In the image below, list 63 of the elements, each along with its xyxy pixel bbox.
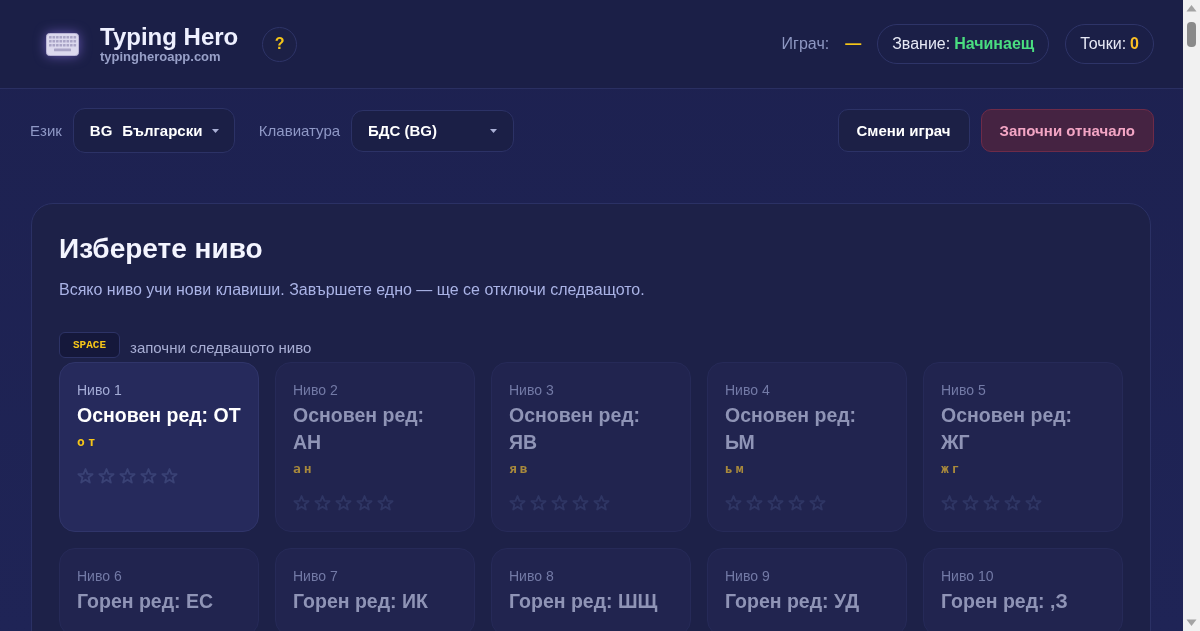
level-keys: ан: [293, 459, 457, 479]
panel-heading: Изберете ниво: [59, 232, 264, 266]
star-icon: [140, 468, 157, 484]
restart-button[interactable]: Започни отначало: [980, 109, 1154, 152]
level-number: Ниво 1: [77, 381, 123, 400]
level-number: Ниво 10: [941, 567, 995, 586]
help-button[interactable]: ?: [262, 26, 298, 62]
level-title: Горен ред: УД: [725, 589, 861, 614]
app-title: Typing Hero: [100, 24, 239, 50]
level-number: Ниво 6: [77, 567, 123, 586]
space-key: SPACE: [59, 332, 120, 358]
level-title: Горен ред: ЕС: [77, 589, 215, 614]
level-card[interactable]: Ниво 7 Горен ред: ИК: [275, 548, 475, 631]
level-title: Основен ред: АН: [293, 403, 426, 455]
level-title: Основен ред: ЬМ: [725, 403, 858, 455]
player-name: —: [845, 35, 862, 53]
level-keys: жг: [941, 459, 1105, 479]
keyboard-select[interactable]: БДС (BG): [351, 109, 515, 152]
level-card[interactable]: Ниво 3 Основен ред: ЯВ яв: [491, 362, 691, 532]
level-number: Ниво 3: [509, 381, 555, 400]
panel-description: Всяко ниво учи нови клавиши. Завършете едно — ще се отключи следващото.: [59, 280, 646, 300]
level-card[interactable]: Ниво 5 Основен ред: ЖГ жг: [923, 362, 1123, 532]
points-badge: Точки: 0: [1065, 24, 1154, 64]
keyboard-label: Клавиатура: [258, 122, 341, 139]
level-number: Ниво 9: [725, 567, 771, 586]
caret-icon: [490, 128, 498, 133]
star-icon: [98, 468, 115, 484]
level-number: Ниво 8: [509, 567, 555, 586]
level-title: Основен ред: ЖГ: [941, 403, 1074, 455]
star-icon: [161, 468, 178, 484]
level-card[interactable]: Ниво 4 Основен ред: ЬМ ьм: [707, 362, 907, 532]
level-card[interactable]: Ниво 1 Основен ред: ОТ от: [59, 362, 259, 532]
level-card[interactable]: Ниво 10 Горен ред: ,З: [923, 548, 1123, 631]
level-title: Основен ред: ОТ: [77, 403, 241, 428]
scrollbar[interactable]: [1183, 0, 1200, 631]
level-card[interactable]: Ниво 9 Горен ред: УД: [707, 548, 907, 631]
star-icon: [119, 468, 136, 484]
language-label: Език: [30, 122, 62, 139]
hint-text: започни следващото ниво: [130, 338, 312, 358]
level-number: Ниво 2: [293, 381, 339, 400]
level-card[interactable]: Ниво 6 Горен ред: ЕС: [59, 548, 259, 631]
level-keys: яв: [509, 459, 673, 479]
level-card[interactable]: Ниво 8 Горен ред: ШЩ: [491, 548, 691, 631]
scrollbar-thumb[interactable]: [1187, 22, 1196, 47]
rank-badge: Звание: Начинаещ: [877, 24, 1050, 64]
player-label: Играч:: [781, 35, 830, 53]
language-select[interactable]: BG Български: [72, 108, 235, 153]
level-keys: ьм: [725, 459, 889, 479]
keyboard-icon: [46, 32, 79, 56]
level-number: Ниво 5: [941, 381, 987, 400]
flag-code: BG: [89, 122, 113, 139]
caret-icon: [212, 128, 220, 133]
level-card[interactable]: Ниво 2 Основен ред: АН ан: [275, 362, 475, 532]
level-title: Горен ред: ШЩ: [509, 589, 659, 614]
star-icon: [77, 468, 94, 484]
level-number: Ниво 4: [725, 381, 771, 400]
change-player-button[interactable]: Смени играч: [837, 109, 970, 152]
level-title: Горен ред: ,З: [941, 589, 1069, 614]
app-website: typingheroapp.com: [100, 50, 222, 64]
level-number: Ниво 7: [293, 567, 339, 586]
level-title: Основен ред: ЯВ: [509, 403, 642, 455]
level-keys: от: [77, 432, 241, 452]
level-title: Горен ред: ИК: [293, 589, 429, 614]
